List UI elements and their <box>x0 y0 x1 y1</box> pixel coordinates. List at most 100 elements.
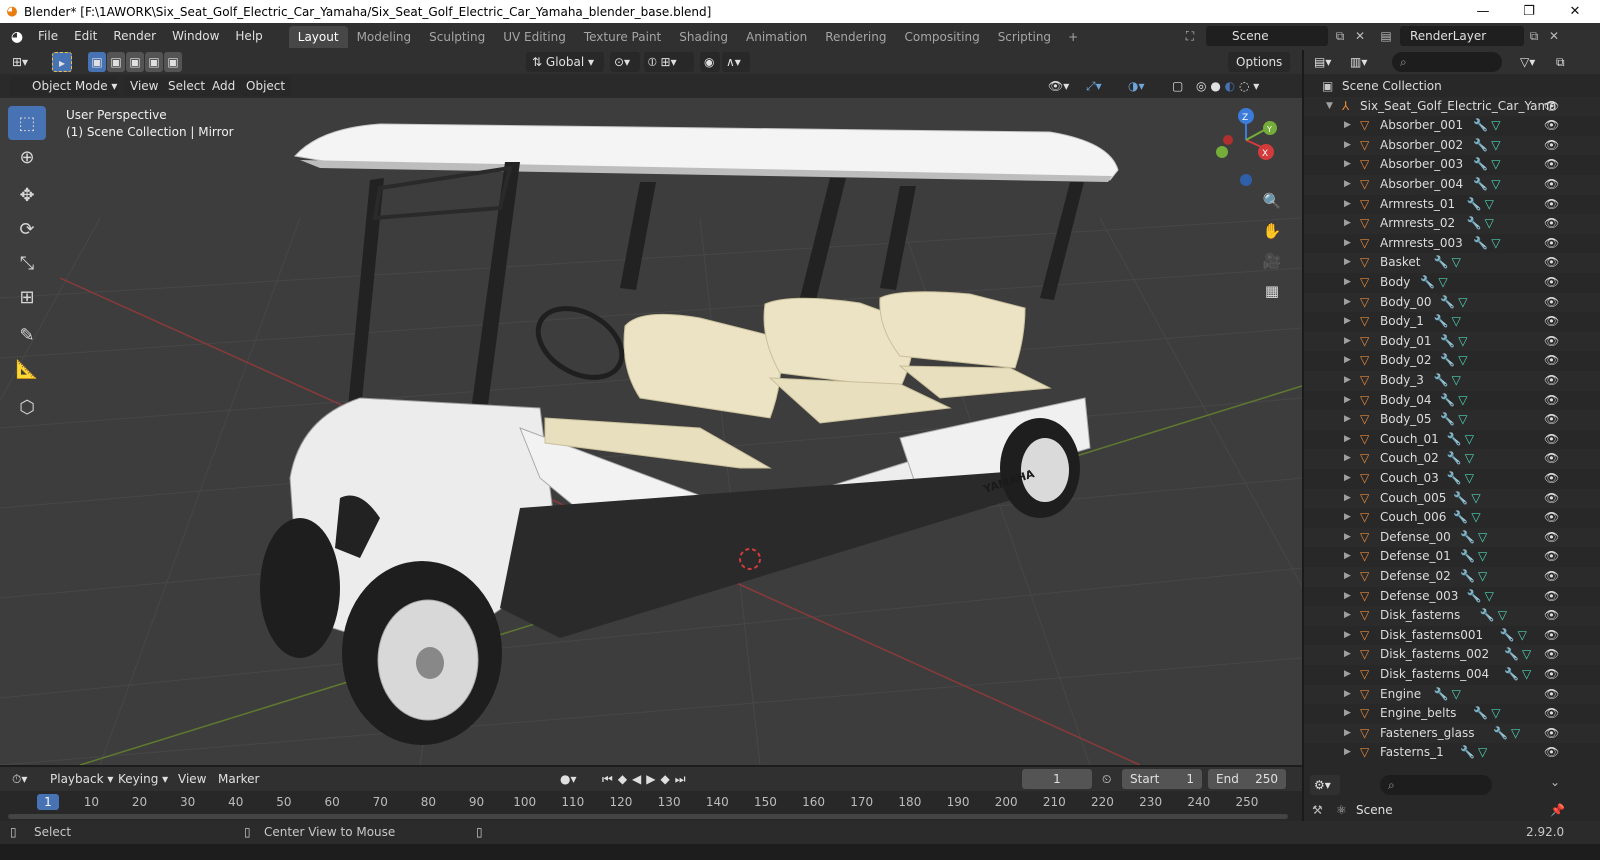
expand-chevron-icon[interactable]: ▶ <box>1344 567 1351 587</box>
selection-extend-icon[interactable]: ▣ <box>107 52 125 72</box>
modifier-wrench-icon[interactable]: 🔧 <box>1473 234 1488 254</box>
mesh-data-icon[interactable]: ▽ <box>1478 547 1487 567</box>
mesh-data-icon[interactable]: ▽ <box>1491 116 1500 136</box>
expand-chevron-icon[interactable]: ▶ <box>1344 528 1351 548</box>
selection-invert-icon[interactable]: ▣ <box>145 52 163 72</box>
timeline-menu-marker[interactable]: Marker <box>212 769 265 789</box>
tab-sculpting[interactable]: Sculpting <box>420 26 494 48</box>
outliner-object-row[interactable]: ▶ ▽ Body_3 🔧 ▽ 👁 <box>1304 371 1600 391</box>
modifier-wrench-icon[interactable]: 🔧 <box>1434 371 1449 391</box>
mesh-data-icon[interactable]: ▽ <box>1458 293 1467 313</box>
mesh-data-icon[interactable]: ▽ <box>1491 155 1500 175</box>
eye-icon[interactable]: 👁 <box>1544 312 1559 332</box>
eye-icon[interactable]: 👁 <box>1544 528 1559 548</box>
eye-icon[interactable]: 👁 <box>1544 645 1559 665</box>
modifier-wrench-icon[interactable]: 🔧 <box>1467 195 1482 215</box>
outliner-object-row[interactable]: ▶ ▽ Absorber_003 🔧 ▽ 👁 <box>1304 155 1600 175</box>
rendered-shading-icon[interactable]: ◌ <box>1239 79 1249 93</box>
eye-icon[interactable]: 👁 <box>1544 371 1559 391</box>
mesh-data-icon[interactable]: ▽ <box>1485 214 1494 234</box>
timeline-track[interactable]: 10 20 30 40 50 60 70 80 90 100 110 120 130 140 150 160 1… <box>0 791 1302 821</box>
mesh-data-icon[interactable]: ▽ <box>1458 410 1467 430</box>
outliner-object-row[interactable]: ▶ ▽ Body 🔧 ▽ 👁 <box>1304 273 1600 293</box>
mesh-data-icon[interactable]: ▽ <box>1452 685 1461 705</box>
mesh-data-icon[interactable]: ▽ <box>1471 508 1480 528</box>
mesh-data-icon[interactable]: ▽ <box>1491 136 1500 156</box>
view-layer-icon[interactable]: ▤ <box>1376 26 1396 46</box>
expand-chevron-icon[interactable]: ▶ <box>1344 489 1351 509</box>
outliner-object-row[interactable]: ▶ ▽ Disk_fasterns_004 🔧 ▽ 👁 <box>1304 665 1600 685</box>
modifier-wrench-icon[interactable]: 🔧 <box>1434 312 1449 332</box>
modifier-wrench-icon[interactable]: 🔧 <box>1473 136 1488 156</box>
preview-range-icon[interactable]: ⏲ <box>1098 769 1120 789</box>
navigation-gizmo[interactable]: Z X Y <box>1216 108 1277 186</box>
timeline-menu-keying[interactable]: Keying ▾ <box>112 769 174 789</box>
eye-icon[interactable]: 👁 <box>1544 410 1559 430</box>
new-collection-icon[interactable]: ⧉ <box>1554 52 1574 72</box>
eye-icon[interactable]: 👁 <box>1544 351 1559 371</box>
modifier-wrench-icon[interactable]: 🔧 <box>1473 175 1488 195</box>
playhead[interactable]: 1 <box>37 794 59 810</box>
tab-layout[interactable]: Layout <box>288 25 348 48</box>
outliner-object-row[interactable]: ▶ ▽ Absorber_002 🔧 ▽ 👁 <box>1304 135 1600 156</box>
outliner-object-row[interactable]: ▶ ▽ Fasterns_1 🔧 ▽ 👁 <box>1304 743 1600 763</box>
menu-file[interactable]: File <box>30 23 66 50</box>
transform-tool-icon[interactable]: ⊞ <box>8 280 46 314</box>
keyframe-icon[interactable]: ●▾ <box>556 769 592 789</box>
expand-chevron-icon[interactable]: ▶ <box>1344 136 1351 156</box>
expand-chevron-icon[interactable]: ▼ <box>1326 97 1333 117</box>
filter-icon[interactable]: ▽▾ <box>1516 52 1550 72</box>
expand-chevron-icon[interactable]: ▶ <box>1344 155 1351 175</box>
eye-icon[interactable]: 👁 <box>1544 704 1559 724</box>
ortho-grid-icon[interactable]: ▦ <box>1259 278 1285 304</box>
expand-chevron-icon[interactable]: ▶ <box>1344 351 1351 371</box>
modifier-wrench-icon[interactable]: 🔧 <box>1504 665 1519 685</box>
timeline-scrollbar[interactable] <box>8 814 1288 819</box>
modifier-wrench-icon[interactable]: 🔧 <box>1460 567 1475 587</box>
outliner-object-row[interactable]: ▶ ▽ Body_01 🔧 ▽ 👁 <box>1304 331 1600 352</box>
outliner-object-row[interactable]: ▶ ▽ Couch_005 🔧 ▽ 👁 <box>1304 488 1600 509</box>
new-scene-icon[interactable]: ⧉ <box>1330 26 1350 46</box>
expand-chevron-icon[interactable]: ▶ <box>1344 665 1351 685</box>
mesh-data-icon[interactable]: ▽ <box>1491 175 1500 195</box>
next-keyframe-icon[interactable]: ◆ <box>661 772 675 786</box>
outliner-object-row[interactable]: ▶ ▽ Disk_fasterns_002 🔧 ▽ 👁 <box>1304 645 1600 665</box>
start-frame-field[interactable]: Start 1 <box>1122 769 1202 789</box>
eye-icon[interactable]: 👁 <box>1544 567 1559 587</box>
expand-chevron-icon[interactable]: ▶ <box>1344 547 1351 567</box>
outliner-object-row[interactable]: ▶ ▽ Defense_02 🔧 ▽ 👁 <box>1304 567 1600 587</box>
outliner-editor-icon[interactable]: ▤▾ <box>1310 52 1340 72</box>
snap-icon[interactable]: ⦶ ⊞▾ <box>644 52 694 72</box>
viewport-menu-view[interactable]: View <box>124 76 165 96</box>
eye-icon[interactable]: 👁 <box>1544 175 1559 195</box>
mesh-data-icon[interactable]: ▽ <box>1485 195 1494 215</box>
timeline-editor-icon[interactable]: ⏱▾ <box>8 769 40 789</box>
properties-search-input[interactable]: ⌕ <box>1380 775 1492 795</box>
modifier-wrench-icon[interactable]: 🔧 <box>1440 410 1455 430</box>
expand-chevron-icon[interactable]: ▶ <box>1344 391 1351 411</box>
modifier-wrench-icon[interactable]: 🔧 <box>1467 214 1482 234</box>
mesh-data-icon[interactable]: ▽ <box>1511 724 1520 744</box>
eye-icon[interactable]: 👁 <box>1544 626 1559 646</box>
mesh-data-icon[interactable]: ▽ <box>1465 469 1474 489</box>
select-box-tool-icon[interactable]: ⬚ <box>8 106 46 140</box>
tab-modeling[interactable]: Modeling <box>348 26 421 48</box>
eye-icon[interactable]: 👁 <box>1544 665 1559 685</box>
display-mode-icon[interactable]: ▥▾ <box>1346 52 1376 72</box>
mesh-data-icon[interactable]: ▽ <box>1458 351 1467 371</box>
eye-icon[interactable]: 👁 <box>1544 489 1559 509</box>
modifier-wrench-icon[interactable]: 🔧 <box>1460 528 1475 548</box>
eye-icon[interactable]: 👁 <box>1544 273 1559 293</box>
modifier-wrench-icon[interactable]: 🔧 <box>1453 489 1468 509</box>
modifier-wrench-icon[interactable]: 🔧 <box>1447 449 1462 469</box>
visibility-icon[interactable]: 👁▾ <box>1044 76 1076 96</box>
modifier-wrench-icon[interactable]: 🔧 <box>1440 351 1455 371</box>
tab-uv-editing[interactable]: UV Editing <box>494 26 575 48</box>
camera-view-icon[interactable]: 🎥 <box>1259 248 1285 274</box>
cursor-tool-icon[interactable]: ⊕ <box>8 140 46 174</box>
menu-help[interactable]: Help <box>227 23 270 50</box>
add-workspace-button[interactable]: + <box>1060 30 1086 44</box>
modifier-wrench-icon[interactable]: 🔧 <box>1420 273 1435 293</box>
outliner-object-row[interactable]: ▶ ▽ Defense_003 🔧 ▽ 👁 <box>1304 587 1600 607</box>
expand-chevron-icon[interactable]: ▶ <box>1344 685 1351 705</box>
